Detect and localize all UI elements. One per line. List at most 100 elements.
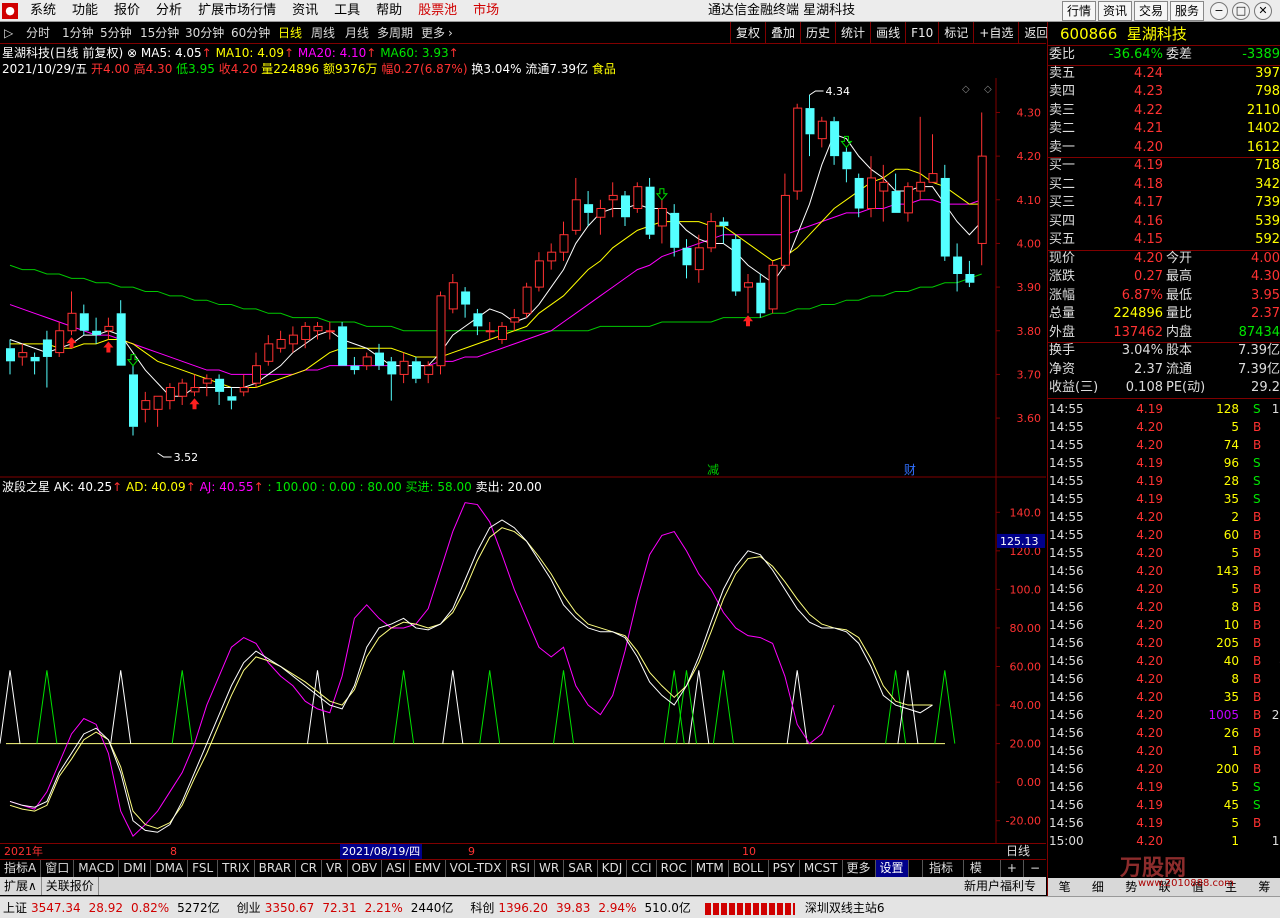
chart-area[interactable]: 4.30 4.20 4.10 4.00 3.90 3.80 3.70 3.60 4.34 3.52… bbox=[0, 78, 1046, 843]
app-logo-icon[interactable]: ● bbox=[2, 3, 18, 19]
bid-row[interactable]: 买一 4.19 718 bbox=[1048, 157, 1280, 175]
bid-row[interactable]: 买四 4.16 539 bbox=[1048, 213, 1280, 231]
indicator-tab-8[interactable]: CR bbox=[296, 860, 322, 877]
stock-header[interactable]: 600866 星湖科技 bbox=[1048, 22, 1280, 46]
indicator-tab-5[interactable]: FSL bbox=[188, 860, 219, 877]
indicator-tab-2[interactable]: MACD bbox=[74, 860, 120, 877]
menu-item-6[interactable]: 工具 bbox=[326, 0, 368, 22]
tool-button-5[interactable]: F10 bbox=[905, 22, 938, 44]
indicator-tab-7[interactable]: BRAR bbox=[255, 860, 297, 877]
chevron-down-icon[interactable]: ⊗ bbox=[127, 46, 141, 60]
timeframe-9[interactable]: 多周期 bbox=[377, 22, 413, 44]
indicator-tab-18[interactable]: CCI bbox=[627, 860, 657, 877]
indicator-tab-20[interactable]: MTM bbox=[692, 860, 729, 877]
event-marker[interactable]: 财 bbox=[904, 463, 916, 477]
indicator-tab-12[interactable]: EMV bbox=[410, 860, 446, 877]
right-menu-2[interactable]: 交易 bbox=[1134, 1, 1169, 21]
menu-item-8[interactable]: 股票池 bbox=[410, 0, 465, 22]
stats-row[interactable]: 外盘 137462 内盘 87434 bbox=[1048, 324, 1280, 342]
ask-row[interactable]: 卖三 4.22 2110 bbox=[1048, 102, 1280, 120]
menu-item-9[interactable]: 市场 bbox=[465, 0, 507, 22]
indicator-tab-19[interactable]: ROC bbox=[657, 860, 692, 877]
indicator-tab-13[interactable]: VOL-TDX bbox=[446, 860, 507, 877]
indicator-tab-3[interactable]: DMI bbox=[119, 860, 152, 877]
stats2-row[interactable]: 收益(三) 0.108 PE(动) 29.2 bbox=[1048, 379, 1280, 397]
timeframe-8[interactable]: 月线 bbox=[345, 22, 369, 44]
indicator-tab-4[interactable]: DMA bbox=[151, 860, 189, 877]
timeframe-0[interactable]: 分时 bbox=[26, 22, 50, 44]
diamond-icon[interactable]: ◇ bbox=[984, 84, 992, 95]
indicator-tab-10[interactable]: OBV bbox=[348, 860, 383, 877]
right-menu-1[interactable]: 资讯 bbox=[1098, 1, 1133, 21]
indicator-tab-9[interactable]: VR bbox=[322, 860, 348, 877]
stats2-row[interactable]: 净资 2.37 流通 7.39亿 bbox=[1048, 361, 1280, 379]
ask-row[interactable]: 卖一 4.20 1612 bbox=[1048, 139, 1280, 157]
indicator-name[interactable]: 波段之星 bbox=[2, 480, 50, 494]
indicator-tab-17[interactable]: KDJ bbox=[598, 860, 628, 877]
stats-row[interactable]: 总量 224896 量比 2.37 bbox=[1048, 305, 1280, 323]
panel-tool-0[interactable]: 笔 bbox=[1048, 878, 1081, 896]
right-menu-3[interactable]: 服务 bbox=[1170, 1, 1205, 21]
tool-button-7[interactable]: +自选 bbox=[973, 22, 1018, 44]
related-quotes-button[interactable]: 关联报价 bbox=[42, 877, 99, 895]
stats2-row[interactable]: 换手 3.04% 股本 7.39亿 bbox=[1048, 342, 1280, 360]
menu-item-4[interactable]: 扩展市场行情 bbox=[190, 0, 284, 22]
indicator-tab-22[interactable]: PSY bbox=[769, 860, 800, 877]
commission-ratio-row[interactable]: 委比 -36.64% 委差 -3389 bbox=[1048, 46, 1280, 64]
indicator-tab-6[interactable]: TRIX bbox=[218, 860, 255, 877]
menu-item-0[interactable]: 系统 bbox=[22, 0, 64, 22]
minimize-icon[interactable]: − bbox=[1210, 2, 1228, 20]
menu-item-5[interactable]: 资讯 bbox=[284, 0, 326, 22]
index-quote-2[interactable]: 科创 1396.20 39.83 2.94% 510.0亿 bbox=[470, 897, 698, 918]
index-quote-1[interactable]: 创业 3350.67 72.31 2.21% 2440亿 bbox=[237, 897, 462, 918]
menu-item-7[interactable]: 帮助 bbox=[368, 0, 410, 22]
index-quote-0[interactable]: 上证 3547.34 28.92 0.82% 5272亿 bbox=[3, 897, 228, 918]
stats-row[interactable]: 涨幅 6.87% 最低 3.95 bbox=[1048, 287, 1280, 305]
timeframe-4[interactable]: 30分钟 bbox=[185, 22, 224, 44]
tool-button-0[interactable]: 复权 bbox=[730, 22, 765, 44]
menu-item-2[interactable]: 报价 bbox=[106, 0, 148, 22]
menu-item-1[interactable]: 功能 bbox=[64, 0, 106, 22]
play-icon[interactable]: ▷ bbox=[4, 22, 13, 44]
tool-button-2[interactable]: 历史 bbox=[800, 22, 835, 44]
tool-button-6[interactable]: 标记 bbox=[938, 22, 973, 44]
timeframe-6[interactable]: 日线 bbox=[278, 22, 302, 44]
panel-tool-1[interactable]: 细 bbox=[1081, 878, 1114, 896]
indicator-tab-0[interactable]: 指标A bbox=[0, 860, 42, 877]
ask-row[interactable]: 卖二 4.21 1402 bbox=[1048, 120, 1280, 138]
tool-button-1[interactable]: 叠加 bbox=[765, 22, 800, 44]
event-marker[interactable]: 减 bbox=[707, 463, 719, 477]
indicator-tab-14[interactable]: RSI bbox=[507, 860, 536, 877]
stats-row[interactable]: 现价 4.20 今开 4.00 bbox=[1048, 250, 1280, 268]
indicator-tab-25[interactable]: 设置 bbox=[875, 860, 909, 877]
tool-button-4[interactable]: 画线 bbox=[870, 22, 905, 44]
indicator-tab-23[interactable]: MCST bbox=[800, 860, 843, 877]
timeframe-5[interactable]: 60分钟 bbox=[231, 22, 270, 44]
bid-row[interactable]: 买三 4.17 739 bbox=[1048, 194, 1280, 212]
timeframe-7[interactable]: 周线 bbox=[311, 22, 335, 44]
ask-row[interactable]: 卖五 4.24 397 bbox=[1048, 65, 1280, 83]
indicator-tab-16[interactable]: SAR bbox=[564, 860, 598, 877]
menu-item-3[interactable]: 分析 bbox=[148, 0, 190, 22]
server-name[interactable]: 深圳双线主站6 bbox=[805, 897, 885, 918]
sector-tag[interactable]: 食品 bbox=[592, 62, 616, 76]
panel-tool-6[interactable]: 筹 bbox=[1248, 878, 1280, 896]
diamond-icon[interactable]: ◇ bbox=[962, 84, 970, 95]
indicator-tab-21[interactable]: BOLL bbox=[729, 860, 769, 877]
expand-button[interactable]: 扩展∧ bbox=[0, 877, 42, 895]
indicator-tab-11[interactable]: ASI bbox=[382, 860, 411, 877]
ask-row[interactable]: 卖四 4.23 798 bbox=[1048, 83, 1280, 101]
tool-button-3[interactable]: 统计 bbox=[835, 22, 870, 44]
maximize-icon[interactable]: □ bbox=[1232, 2, 1250, 20]
timeframe-2[interactable]: 5分钟 bbox=[100, 22, 132, 44]
timeframe-3[interactable]: 15分钟 bbox=[140, 22, 179, 44]
chevron-right-icon[interactable]: › bbox=[448, 22, 453, 44]
timeframe-1[interactable]: 1分钟 bbox=[62, 22, 94, 44]
bid-row[interactable]: 买五 4.15 592 bbox=[1048, 231, 1280, 249]
indicator-tab-15[interactable]: WR bbox=[535, 860, 565, 877]
bid-row[interactable]: 买二 4.18 342 bbox=[1048, 176, 1280, 194]
close-icon[interactable]: ✕ bbox=[1254, 2, 1272, 20]
indicator-tab-1[interactable]: 窗口 bbox=[41, 860, 75, 877]
stats-row[interactable]: 涨跌 0.27 最高 4.30 bbox=[1048, 268, 1280, 286]
right-menu-0[interactable]: 行情 bbox=[1062, 1, 1097, 21]
